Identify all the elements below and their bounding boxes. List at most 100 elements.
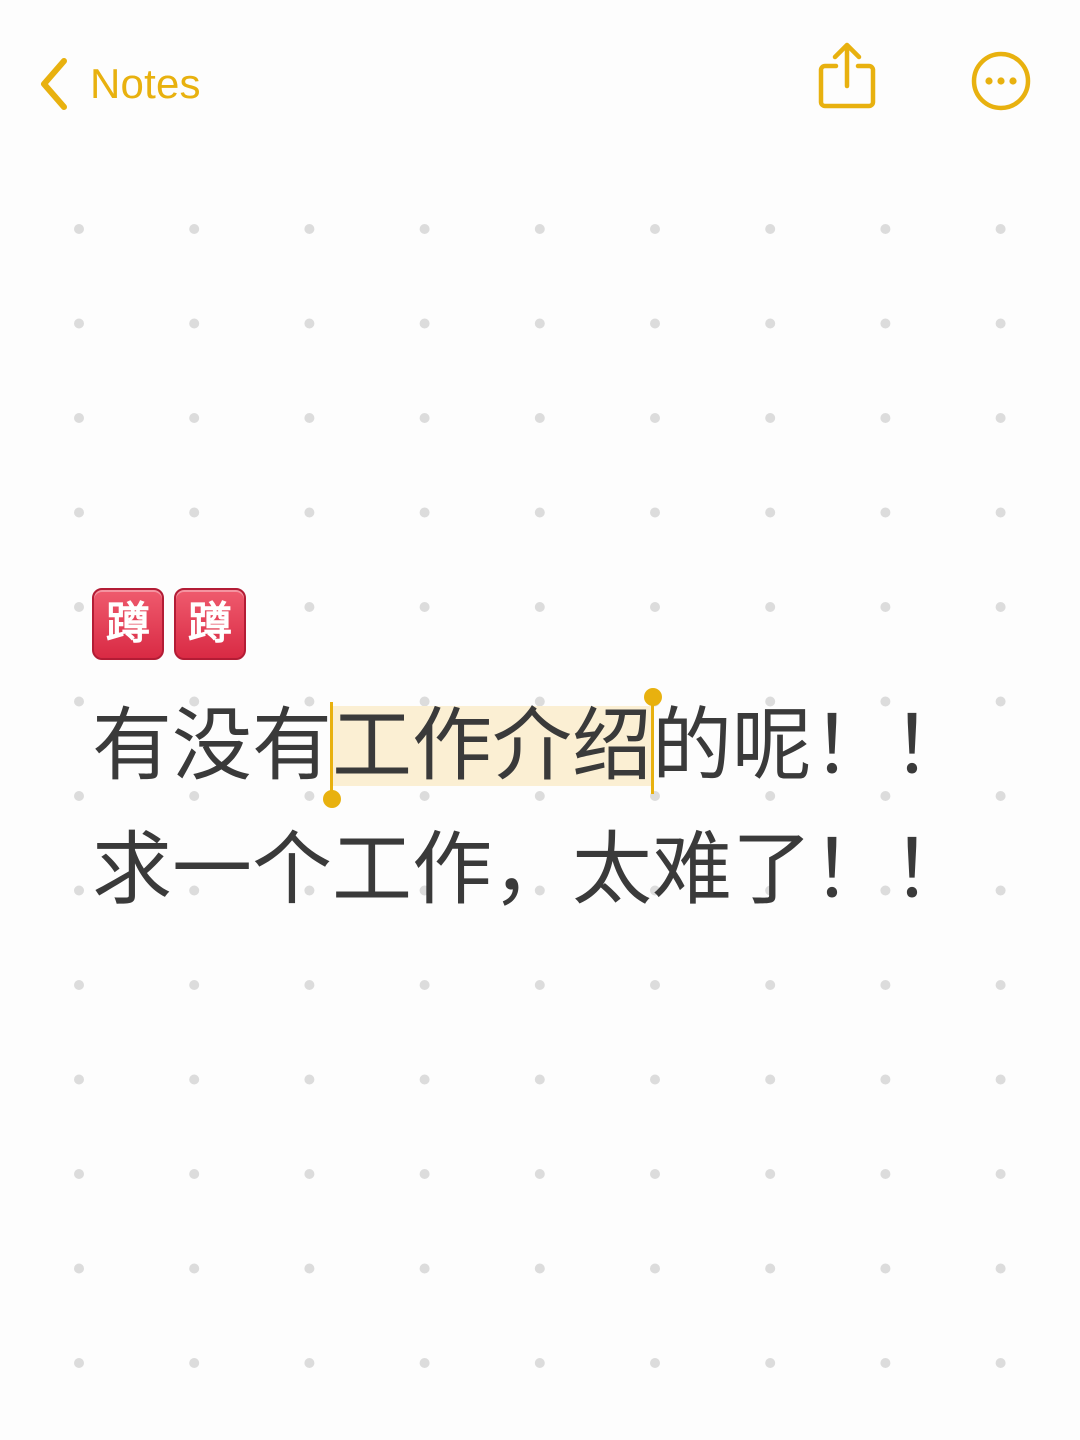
grid-dot <box>765 413 776 423</box>
grid-dot <box>995 224 1006 234</box>
grid-dot <box>650 507 660 518</box>
note-line-1[interactable]: 有没有 工作介绍 的呢！！ <box>92 688 1012 808</box>
grid-dot <box>189 413 200 423</box>
grid-dot <box>419 1358 430 1368</box>
grid-dot <box>419 980 430 990</box>
grid-dot <box>534 413 545 423</box>
grid-dot <box>880 1358 891 1368</box>
grid-dot <box>189 980 200 990</box>
grid-dot <box>419 1263 430 1274</box>
grid-dot <box>880 980 891 990</box>
grid-dot <box>419 318 430 329</box>
grid-dot <box>995 1358 1006 1368</box>
share-icon <box>816 40 878 112</box>
grid-dot <box>650 224 660 234</box>
grid-dot <box>74 602 84 612</box>
note-content[interactable]: 蹲 蹲 有没有 工作介绍 的呢！！ 求一个工作，太难了！！ <box>92 588 1012 910</box>
grid-dot <box>189 1169 200 1179</box>
grid-dot <box>534 507 545 518</box>
grid-dot <box>74 1169 84 1179</box>
grid-dot <box>74 1074 84 1085</box>
grid-dot <box>189 1074 200 1085</box>
grid-dot <box>650 1074 660 1085</box>
grid-dot <box>74 791 84 801</box>
grid-dot <box>765 1169 776 1179</box>
grid-dot <box>534 1263 545 1274</box>
grid-dot <box>765 1358 776 1368</box>
grid-dot <box>765 224 776 234</box>
grid-dot <box>650 1263 660 1274</box>
grid-dot <box>880 1074 891 1085</box>
grid-dot <box>74 1263 84 1274</box>
grid-dot <box>304 224 315 234</box>
grid-dot <box>419 1074 430 1085</box>
grid-dot <box>880 1263 891 1274</box>
grid-dot <box>304 507 315 518</box>
grid-dot <box>304 980 315 990</box>
grid-dot <box>74 885 84 896</box>
grid-dot <box>650 1169 660 1179</box>
grid-dot <box>880 507 891 518</box>
grid-dot <box>880 413 891 423</box>
grid-dot <box>650 413 660 423</box>
grid-dot <box>534 318 545 329</box>
selected-text: 工作介绍 <box>332 699 652 792</box>
back-button[interactable]: Notes <box>36 52 201 116</box>
squat-emoji: 蹲 <box>92 588 164 660</box>
grid-dot <box>189 318 200 329</box>
grid-dot <box>650 980 660 990</box>
grid-dot <box>995 318 1006 329</box>
grid-dot <box>995 1074 1006 1085</box>
chevron-left-icon <box>36 55 70 113</box>
text-before-selection: 有没有 <box>92 699 332 792</box>
share-button[interactable] <box>816 40 878 112</box>
selection-start-handle[interactable] <box>322 702 341 808</box>
grid-dot <box>765 980 776 990</box>
grid-dot <box>995 413 1006 423</box>
grid-dot <box>74 696 84 707</box>
grid-dot <box>419 507 430 518</box>
emoji-row: 蹲 蹲 <box>92 588 1012 662</box>
grid-dot <box>304 413 315 423</box>
grid-dot <box>189 507 200 518</box>
grid-dot <box>189 1358 200 1368</box>
more-button[interactable] <box>970 50 1032 112</box>
grid-dot <box>765 318 776 329</box>
text-after-selection: 的呢！！ <box>652 699 972 792</box>
grid-dot <box>995 980 1006 990</box>
ellipsis-circle-icon <box>970 50 1032 112</box>
grid-dot <box>650 318 660 329</box>
grid-dot <box>995 1169 1006 1179</box>
grid-dot <box>534 1169 545 1179</box>
grid-dot <box>995 1263 1006 1274</box>
grid-dot <box>74 507 84 518</box>
grid-dot <box>534 1074 545 1085</box>
grid-dot <box>534 224 545 234</box>
grid-dot <box>74 224 84 234</box>
grid-dot <box>880 224 891 234</box>
grid-dot <box>995 507 1006 518</box>
grid-dot <box>74 980 84 990</box>
note-line-2[interactable]: 求一个工作，太难了！！ <box>92 830 1012 910</box>
grid-dot <box>534 980 545 990</box>
grid-dot <box>74 1358 84 1368</box>
grid-dot <box>765 507 776 518</box>
grid-dot <box>419 1169 430 1179</box>
grid-dot <box>304 1169 315 1179</box>
grid-dot <box>304 1358 315 1368</box>
grid-dot <box>650 1358 660 1368</box>
grid-dot <box>304 1074 315 1085</box>
squat-emoji: 蹲 <box>174 588 246 660</box>
grid-dot <box>765 1074 776 1085</box>
grid-dot <box>74 413 84 423</box>
text-selection[interactable]: 工作介绍 <box>322 688 662 808</box>
grid-dot <box>304 1263 315 1274</box>
selection-end-handle[interactable] <box>643 688 662 794</box>
grid-dot <box>419 413 430 423</box>
back-button-label: Notes <box>90 60 201 107</box>
grid-dot <box>74 318 84 329</box>
grid-dot <box>880 318 891 329</box>
grid-dot <box>765 1263 776 1274</box>
grid-dot <box>189 1263 200 1274</box>
grid-dot <box>304 318 315 329</box>
